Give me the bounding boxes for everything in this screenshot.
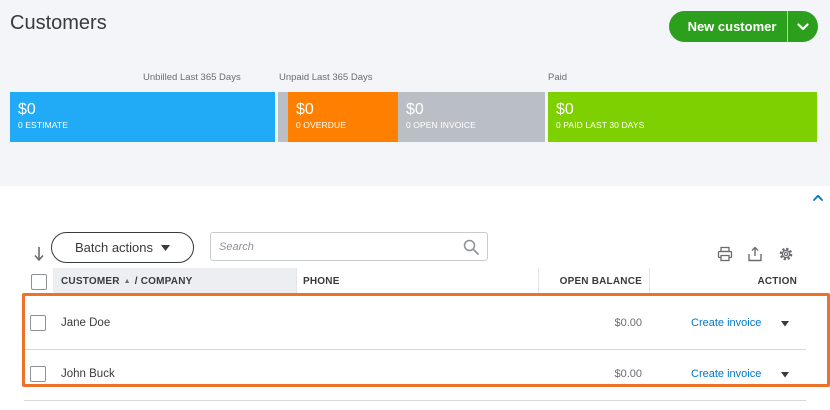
open-balance: $0.00 — [614, 317, 642, 329]
overdue-amount: $0 — [296, 101, 314, 118]
search-icon[interactable] — [463, 239, 479, 255]
column-header-customer[interactable]: CUSTOMER ▲ / COMPANY — [53, 268, 296, 295]
open-invoice-label: 0 OPEN INVOICE — [406, 120, 476, 130]
new-customer-button[interactable]: New customer — [669, 11, 787, 42]
row-divider — [24, 349, 806, 350]
row-action-dropdown-icon[interactable] — [780, 370, 790, 380]
open-balance: $0.00 — [614, 368, 642, 380]
print-icon[interactable] — [717, 246, 733, 262]
batch-actions-button[interactable]: Batch actions — [51, 232, 194, 263]
chevron-up-icon — [813, 194, 823, 201]
paid-tile[interactable]: $0 0 PAID LAST 30 DAYS — [548, 92, 817, 142]
customer-header-label: CUSTOMER — [61, 276, 120, 287]
overdue-label: 0 OVERDUE — [296, 120, 347, 130]
sort-arrow-icon[interactable] — [32, 246, 46, 262]
unpaid-bar-segment — [278, 92, 288, 142]
column-header-action: ACTION — [757, 276, 797, 287]
overdue-tile[interactable]: $0 0 OVERDUE — [288, 92, 398, 142]
paid-amount: $0 — [556, 101, 574, 118]
caret-down-icon — [161, 244, 171, 251]
summary-panel: Customers New customer Unbilled Last 365… — [0, 0, 830, 186]
column-header-phone[interactable]: PHONE — [303, 268, 533, 295]
column-header-open-balance[interactable]: OPEN BALANCE — [539, 268, 642, 295]
open-invoice-tile[interactable]: $0 0 OPEN INVOICE — [398, 92, 545, 142]
estimate-label: 0 ESTIMATE — [18, 120, 68, 130]
row-checkbox[interactable] — [30, 366, 46, 382]
paid-label: 0 PAID LAST 30 DAYS — [556, 120, 645, 130]
company-header-label: / COMPANY — [134, 276, 193, 287]
create-invoice-link[interactable]: Create invoice — [691, 364, 761, 384]
create-invoice-link[interactable]: Create invoice — [691, 313, 761, 333]
sort-ascending-icon: ▲ — [123, 278, 131, 285]
export-icon[interactable] — [747, 246, 763, 262]
column-divider — [296, 268, 297, 295]
collapse-summary-button[interactable] — [810, 189, 826, 205]
row-action-dropdown-icon[interactable] — [780, 319, 790, 329]
gear-icon[interactable] — [778, 246, 794, 262]
unbilled-section-label: Unbilled Last 365 Days — [143, 72, 241, 83]
customer-name[interactable]: Jane Doe — [61, 313, 110, 333]
batch-actions-label: Batch actions — [74, 240, 154, 255]
customer-name[interactable]: John Buck — [61, 364, 115, 384]
search-input[interactable] — [219, 240, 463, 253]
new-customer-dropdown[interactable] — [788, 11, 818, 42]
select-all-checkbox[interactable] — [31, 274, 47, 290]
estimate-tile[interactable]: $0 0 ESTIMATE — [10, 92, 275, 142]
row-divider — [24, 400, 806, 401]
page-title: Customers — [10, 12, 107, 34]
new-customer-button-group[interactable]: New customer — [669, 11, 818, 42]
open-invoice-amount: $0 — [406, 101, 424, 118]
paid-section-label: Paid — [548, 72, 568, 83]
chevron-down-icon — [797, 22, 809, 30]
estimate-amount: $0 — [18, 101, 36, 118]
row-checkbox[interactable] — [30, 315, 46, 331]
search-box[interactable] — [210, 232, 488, 261]
unpaid-section-label: Unpaid Last 365 Days — [279, 72, 373, 83]
